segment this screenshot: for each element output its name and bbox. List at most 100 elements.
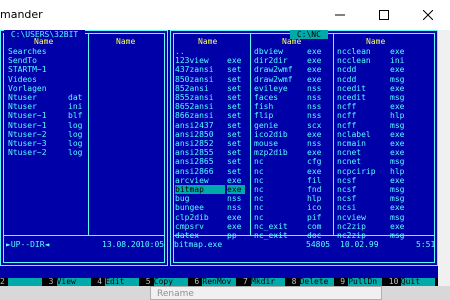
- left-file-ext[interactable]: log: [68, 121, 86, 130]
- right-file-col2-name[interactable]: dir2dir: [254, 56, 306, 65]
- right-file-col2-ext[interactable]: exe: [307, 56, 325, 65]
- right-file-col2-ext[interactable]: pif: [307, 213, 325, 222]
- right-file-col3-ext[interactable]: msg: [390, 194, 408, 203]
- right-file-col2-ext[interactable]: exe: [307, 167, 325, 176]
- right-file-col3-name[interactable]: nc2zip: [337, 231, 389, 240]
- rename-button[interactable]: Rename: [150, 286, 382, 300]
- right-file-col3-name[interactable]: ncsf: [337, 176, 389, 185]
- right-file-col3-name[interactable]: ncclean: [337, 56, 389, 65]
- right-file-col1-ext[interactable]: set: [227, 130, 245, 139]
- right-file-col1-ext[interactable]: set: [227, 65, 245, 74]
- right-file-col3-ext[interactable]: msg: [390, 157, 408, 166]
- left-file-ext[interactable]: log: [68, 139, 86, 148]
- minimize-button[interactable]: [318, 0, 362, 30]
- right-file-col3-name[interactable]: ncsf: [337, 185, 389, 194]
- right-file-col2-name[interactable]: dbview: [254, 47, 306, 56]
- right-file-col1-ext[interactable]: nss: [227, 203, 245, 212]
- right-file-col1-ext[interactable]: exe: [227, 176, 245, 185]
- left-file-ext[interactable]: dat: [68, 93, 86, 102]
- right-file-col1-name[interactable]: cmpsrv: [175, 222, 225, 231]
- right-file-col2-ext[interactable]: nss: [307, 139, 325, 148]
- right-file-col1-name[interactable]: bungee: [175, 203, 225, 212]
- right-panel[interactable]: C:\NC Name Name Name bitmap.exe 54805 10…: [170, 30, 438, 266]
- right-file-col3-name[interactable]: ncedit: [337, 84, 389, 93]
- right-file-col3-ext[interactable]: hlp: [390, 111, 408, 120]
- right-file-col2-name[interactable]: nc_exit: [254, 231, 306, 240]
- right-file-col1-name[interactable]: ansi2855: [175, 148, 225, 157]
- right-file-col2-name[interactable]: nc: [254, 194, 306, 203]
- left-file-name[interactable]: Videos: [8, 75, 78, 84]
- right-file-col1-ext[interactable]: pp: [227, 231, 245, 240]
- right-file-col1-ext[interactable]: exe: [227, 222, 245, 231]
- right-file-col1-name[interactable]: 437zansi: [175, 65, 225, 74]
- right-file-col1-name[interactable]: ansi2437: [175, 121, 225, 130]
- right-file-col3-name[interactable]: ncsf: [337, 194, 389, 203]
- right-file-col2-name[interactable]: genie: [254, 121, 306, 130]
- command-line[interactable]: [0, 268, 438, 277]
- right-file-col3-ext[interactable]: exe: [390, 47, 408, 56]
- right-file-col3-name[interactable]: ncpcirip: [337, 167, 389, 176]
- maximize-button[interactable]: [362, 0, 406, 30]
- right-file-col2-name[interactable]: draw2wmf: [254, 75, 306, 84]
- fkey-5[interactable]: 5 Copy: [145, 278, 189, 286]
- right-file-col2-ext[interactable]: cfg: [307, 157, 325, 166]
- right-file-col1-name[interactable]: datex: [175, 231, 225, 240]
- right-file-col3-name[interactable]: ncdd: [337, 65, 389, 74]
- right-file-col3-name[interactable]: ncff: [337, 121, 389, 130]
- right-file-col2-name[interactable]: draw2wmf: [254, 65, 306, 74]
- right-file-col3-ext[interactable]: msg: [390, 231, 408, 240]
- right-file-col3-name[interactable]: ncff: [337, 111, 389, 120]
- right-file-col1-name[interactable]: 855zansi: [175, 93, 225, 102]
- right-file-col1-ext[interactable]: exe: [227, 185, 245, 194]
- right-file-col2-ext[interactable]: exe: [307, 148, 325, 157]
- right-file-col2-ext[interactable]: fil: [307, 176, 325, 185]
- right-file-col3-ext[interactable]: msg: [390, 121, 408, 130]
- right-file-col3-ext[interactable]: hlp: [390, 167, 408, 176]
- left-file-ext[interactable]: ini: [68, 102, 86, 111]
- right-file-col2-ext[interactable]: doc: [307, 231, 325, 240]
- right-file-col1-ext[interactable]: set: [227, 84, 245, 93]
- right-file-col1-ext[interactable]: set: [227, 148, 245, 157]
- right-file-col2-name[interactable]: faces: [254, 93, 306, 102]
- right-file-col1-name[interactable]: 8652ansi: [175, 102, 225, 111]
- right-file-col3-name[interactable]: ncedit: [337, 93, 389, 102]
- right-file-col2-name[interactable]: flip: [254, 111, 306, 120]
- left-panel[interactable]: C:\USERS\32BIT Name Name ►UP--DIR◄ 13.08…: [0, 30, 168, 266]
- left-file-ext[interactable]: log: [68, 148, 86, 157]
- right-file-col1-ext[interactable]: set: [227, 167, 245, 176]
- right-file-col1-name[interactable]: clp2dib: [175, 213, 225, 222]
- right-file-col1-ext[interactable]: set: [227, 157, 245, 166]
- right-file-col1-name[interactable]: ansi2865: [175, 157, 225, 166]
- right-file-col3-ext[interactable]: msg: [390, 93, 408, 102]
- right-file-col1-ext[interactable]: set: [227, 93, 245, 102]
- right-file-col1-ext[interactable]: set: [227, 121, 245, 130]
- right-file-col3-name[interactable]: ncnet: [337, 148, 389, 157]
- left-file-ext[interactable]: log: [68, 130, 86, 139]
- fkey-6[interactable]: 6 RenMov: [194, 278, 237, 286]
- right-file-col1-name[interactable]: ansi2866: [175, 167, 225, 176]
- left-file-name[interactable]: STARTM~1: [8, 65, 78, 74]
- right-file-col3-ext[interactable]: exe: [390, 148, 408, 157]
- left-file-name[interactable]: SendTo: [8, 56, 78, 65]
- right-file-col1-ext[interactable]: set: [227, 75, 245, 84]
- right-file-col1-ext[interactable]: set: [227, 102, 245, 111]
- right-file-col2-ext[interactable]: fnd: [307, 185, 325, 194]
- right-file-col1-name[interactable]: bug: [175, 194, 225, 203]
- right-file-col3-name[interactable]: ncsi: [337, 203, 389, 212]
- right-file-col3-ext[interactable]: exe: [390, 139, 408, 148]
- right-file-col1-name[interactable]: 852ansi: [175, 84, 225, 93]
- right-file-col2-ext[interactable]: exe: [307, 65, 325, 74]
- right-file-col3-ext[interactable]: msg: [390, 185, 408, 194]
- right-file-col2-ext[interactable]: exe: [307, 75, 325, 84]
- right-file-col3-ext[interactable]: exe: [390, 84, 408, 93]
- right-file-col3-name[interactable]: nclabel: [337, 130, 389, 139]
- right-file-col1-name[interactable]: ansi2852: [175, 139, 225, 148]
- right-file-col1-name[interactable]: ..: [175, 47, 225, 56]
- right-file-col2-name[interactable]: nc_exit: [254, 222, 306, 231]
- right-file-col1-name[interactable]: bitmap: [175, 185, 225, 194]
- right-file-col2-ext[interactable]: nss: [307, 84, 325, 93]
- right-file-col3-ext[interactable]: msg: [390, 213, 408, 222]
- right-file-col2-ext[interactable]: exe: [307, 47, 325, 56]
- right-file-col2-name[interactable]: nc: [254, 185, 306, 194]
- fkey-7[interactable]: 7 Mkdir: [243, 278, 286, 286]
